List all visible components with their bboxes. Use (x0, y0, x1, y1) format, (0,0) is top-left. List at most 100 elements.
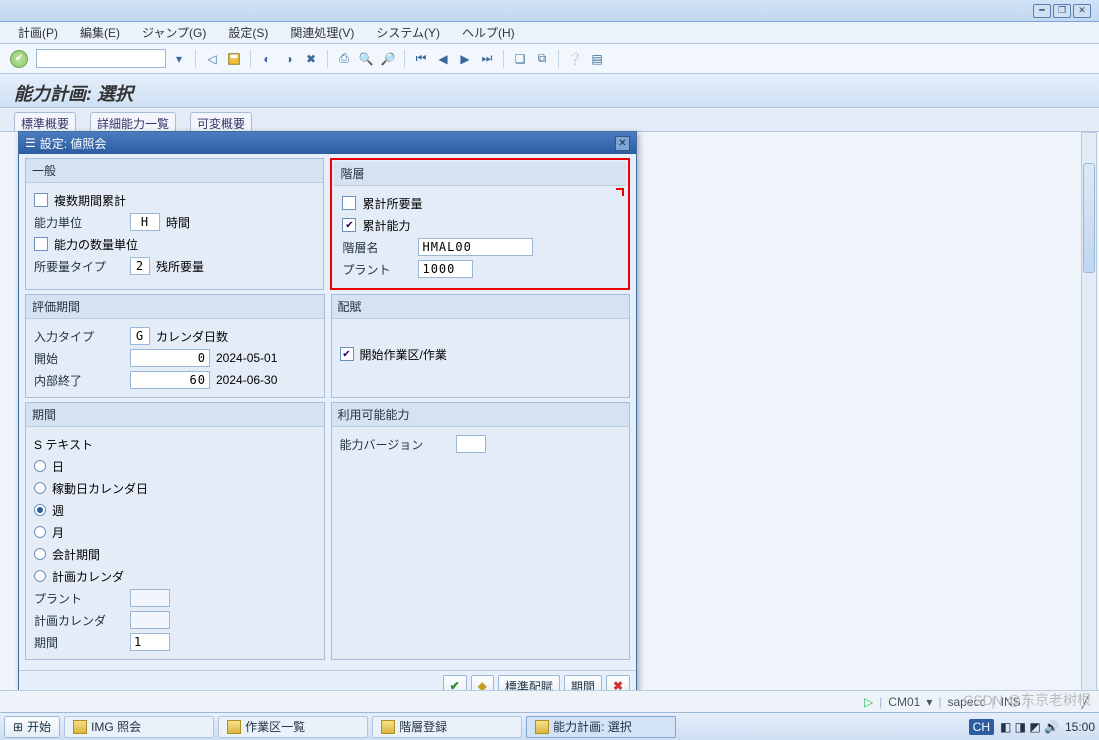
input-end[interactable] (130, 371, 210, 389)
input-start[interactable] (130, 349, 210, 367)
print-icon[interactable]: ⎙ (335, 50, 353, 68)
chk-cum-cap[interactable]: ✔ (342, 218, 356, 232)
chk-start-wc-op[interactable]: ✔ (340, 347, 354, 361)
lbl-s-text: S テキスト (34, 436, 93, 453)
newwin-icon[interactable]: ❏ (511, 50, 529, 68)
input-period-plancal[interactable] (130, 611, 170, 629)
menu-help[interactable]: ヘルプ(H) (462, 24, 515, 41)
taskbar: ⊞开始 IMG 照会 作業区一覧 階層登録 能力計画: 選択 CH ◧ ◨ ◩ … (0, 712, 1099, 740)
lbl-req-type: 所要量タイプ (34, 258, 124, 275)
sap-icon (73, 720, 87, 734)
menu-related[interactable]: 関連処理(V) (290, 24, 354, 41)
dialog-close-button[interactable]: ✕ (615, 136, 630, 151)
play-icon[interactable]: ▷ (864, 695, 873, 709)
radio-plancal[interactable] (34, 570, 46, 582)
task-workcenter[interactable]: 作業区一覧 (218, 716, 368, 738)
lbl-cap-version: 能力バージョン (340, 436, 450, 453)
task-hierarchy[interactable]: 階層登録 (372, 716, 522, 738)
input-hier-name[interactable] (418, 238, 533, 256)
find-icon[interactable]: 🔍 (357, 50, 375, 68)
task-img[interactable]: IMG 照会 (64, 716, 214, 738)
radio-workday[interactable] (34, 482, 46, 494)
tray-icons[interactable]: ◧ ◨ ◩ 🔊 (1000, 720, 1059, 734)
ime-indicator[interactable]: CH (969, 719, 994, 735)
radio-week[interactable] (34, 504, 46, 516)
maximize-button[interactable]: ❐ (1053, 4, 1071, 18)
lastpage-icon[interactable]: ⏭ (478, 50, 496, 68)
nextpage-icon[interactable]: ▶ (456, 50, 474, 68)
txt-start-date: 2024-05-01 (216, 351, 277, 365)
radio-day[interactable] (34, 460, 46, 472)
txt-end-date: 2024-06-30 (216, 373, 277, 387)
lbl-cum-req: 累計所要量 (362, 195, 422, 212)
input-cap-unit[interactable] (130, 213, 160, 231)
group-hierarchy-header: 階層 (334, 162, 626, 186)
lbl-workday: 稼動日カレンダ日 (52, 480, 148, 497)
tab-variable-overview[interactable]: 可変概要 (190, 112, 252, 131)
group-avail-header: 利用可能能力 (332, 403, 630, 427)
status-system: sapecc (947, 695, 985, 709)
settings-dialog: ☰ 設定: 値照会 ✕ 一般 複数期間累計 能力単位時間 能力の数量単位 所要量… (18, 131, 637, 702)
radio-month[interactable] (34, 526, 46, 538)
tab-detail-capacity[interactable]: 詳細能力一覧 (90, 112, 176, 131)
firstpage-icon[interactable]: ⏮ (412, 50, 430, 68)
help-icon[interactable]: ❔ (566, 50, 584, 68)
input-period-period[interactable] (130, 633, 170, 651)
group-dist-header: 配賦 (332, 295, 630, 319)
lbl-cap-qty-unit: 能力の数量単位 (54, 236, 138, 253)
cancel-icon[interactable]: ✖ (302, 50, 320, 68)
task-capacity-active[interactable]: 能力計画: 選択 (526, 716, 676, 738)
lbl-day: 日 (52, 458, 64, 475)
window-frame-bar: ━ ❐ ✕ (0, 0, 1099, 22)
findnext-icon[interactable]: 🔎 (379, 50, 397, 68)
menu-system[interactable]: システム(Y) (376, 24, 440, 41)
tab-standard-overview[interactable]: 標準概要 (14, 112, 76, 131)
back2-icon[interactable]: ◐ (258, 50, 276, 68)
windows-icon: ⊞ (13, 720, 23, 734)
command-field[interactable] (36, 49, 166, 68)
vertical-scrollbar[interactable] (1081, 132, 1097, 712)
close-window-button[interactable]: ✕ (1073, 4, 1091, 18)
lbl-week: 週 (52, 502, 64, 519)
status-dropdown-icon[interactable]: ▾ (926, 695, 932, 709)
lbl-cap-unit: 能力単位 (34, 214, 124, 231)
lbl-start-wc-op: 開始作業区/作業 (360, 346, 447, 363)
group-period-header: 期間 (26, 403, 324, 427)
menu-plan[interactable]: 計画(P) (18, 24, 58, 41)
standard-toolbar: ✔ ▾ ◁ ◐ ◑ ✖ ⎙ 🔍 🔎 ⏮ ◀ ▶ ⏭ ❏ ⧉ ❔ ▤ (0, 44, 1099, 74)
lbl-fiscal: 会計期間 (52, 546, 100, 563)
prevpage-icon[interactable]: ◀ (434, 50, 452, 68)
group-eval-header: 評価期間 (26, 295, 324, 319)
enter-icon[interactable]: ✔ (10, 50, 28, 68)
status-handle-icon[interactable]: ╱ (1082, 695, 1089, 709)
chk-cum-req[interactable] (342, 196, 356, 210)
input-cap-version[interactable] (456, 435, 486, 453)
input-input-type[interactable] (130, 327, 150, 345)
save-icon[interactable] (225, 50, 243, 68)
input-hier-plant[interactable] (418, 260, 473, 278)
layout-icon[interactable]: ▤ (588, 50, 606, 68)
chk-cap-qty-unit[interactable] (34, 237, 48, 251)
radio-fiscal[interactable] (34, 548, 46, 560)
chk-multi-period[interactable] (34, 193, 48, 207)
input-period-plant[interactable] (130, 589, 170, 607)
menu-edit[interactable]: 編集(E) (80, 24, 120, 41)
menu-jump[interactable]: ジャンプ(G) (142, 24, 206, 41)
lbl-hier-plant: プラント (342, 261, 412, 278)
group-period: 期間 S テキスト 日 稼動日カレンダ日 週 月 会計期間 計画カレンダ プラン… (25, 402, 325, 660)
lbl-multi-period: 複数期間累計 (54, 192, 126, 209)
input-req-type[interactable] (130, 257, 150, 275)
group-general: 一般 複数期間累計 能力単位時間 能力の数量単位 所要量タイプ残所要量 (25, 158, 324, 290)
group-available-capacity: 利用可能能力 能力バージョン (331, 402, 631, 660)
txt-cap-unit-desc: 時間 (166, 214, 190, 231)
lbl-cum-cap: 累計能力 (362, 217, 410, 234)
back-icon[interactable]: ◁ (203, 50, 221, 68)
dropdown-icon[interactable]: ▾ (170, 50, 188, 68)
exit-icon[interactable]: ◑ (280, 50, 298, 68)
minimize-button[interactable]: ━ (1033, 4, 1051, 18)
system-tray: CH ◧ ◨ ◩ 🔊 15:00 (969, 719, 1095, 735)
start-button[interactable]: ⊞开始 (4, 716, 60, 738)
status-bar: ▷ | CM01 ▾ | sapecc | INS | ╱ (0, 690, 1099, 712)
shortcut-icon[interactable]: ⧉ (533, 50, 551, 68)
menu-settings[interactable]: 設定(S) (228, 24, 268, 41)
